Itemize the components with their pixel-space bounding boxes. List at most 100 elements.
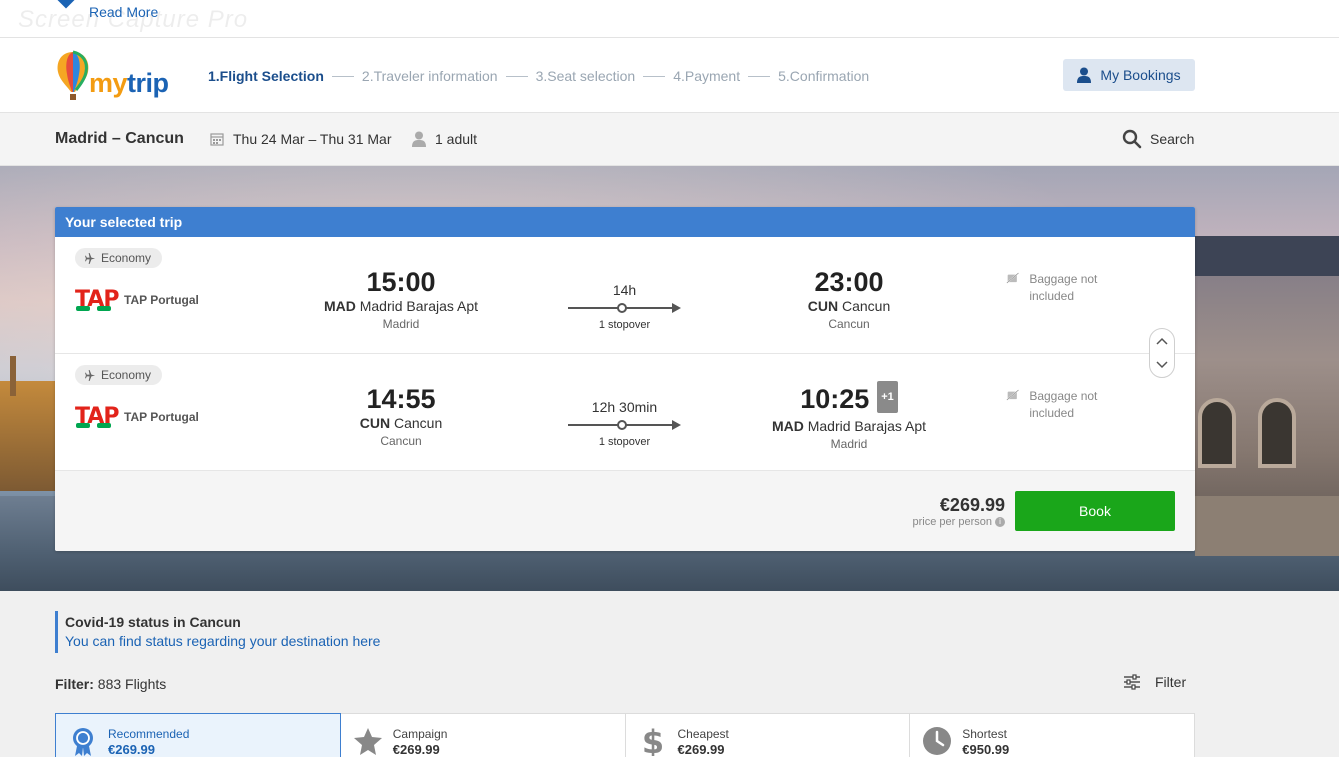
baggage-info: Baggage not included [1006, 388, 1126, 422]
step-seat-selection: 3.Seat selection [535, 68, 636, 84]
price-note-text: price per person [912, 516, 993, 528]
price-note: price per person i [912, 516, 1005, 528]
search-label: Search [1150, 131, 1195, 147]
filter-label: Filter: [55, 676, 94, 692]
hero-arch [1198, 398, 1236, 468]
departure-airport: MAD Madrid Barajas Apt [301, 298, 501, 314]
step-divider [643, 75, 666, 77]
sort-tab-label: Campaign [392, 727, 448, 741]
booking-steps: 1.Flight Selection 2.Traveler informatio… [208, 68, 869, 84]
cabin-class-label: Economy [101, 368, 152, 382]
sort-tab-price: €269.99 [677, 742, 725, 757]
filter-button[interactable]: Filter [1123, 674, 1186, 690]
selected-trip-title: Your selected trip [55, 207, 1195, 237]
sort-tab-price: €269.99 [392, 742, 440, 757]
passenger-count: 1 adult [412, 131, 477, 147]
hero-cathedral [0, 381, 60, 491]
sort-tab-campaign[interactable]: Campaign €269.99 [340, 714, 626, 757]
departure-code: MAD [323, 298, 356, 314]
departure-city: Cancun [380, 434, 422, 448]
hero-roof [1195, 236, 1339, 276]
travel-dates-text: Thu 24 Mar – Thu 31 Mar [233, 131, 392, 147]
sort-tab-cheapest[interactable]: $ Cheapest €269.99 [625, 714, 911, 757]
covid-status-link[interactable]: You can find status regarding your desti… [65, 633, 380, 649]
balloon-icon [57, 50, 89, 100]
arrival-airport-name: Cancun [841, 298, 891, 314]
step-flight-selection[interactable]: 1.Flight Selection [208, 68, 324, 84]
sort-tabs: Recommended €269.99 Campaign €269.99 $ C… [55, 713, 1195, 757]
step-traveler-information: 2.Traveler information [361, 68, 498, 84]
flight-duration: 14h [612, 282, 637, 298]
dollar-icon: $ [641, 726, 663, 756]
departure-time: 15:00 [366, 267, 436, 297]
route-title: Madrid – Cancun [55, 130, 184, 147]
info-icon[interactable]: i [995, 517, 1005, 527]
stopover-count: 1 stopover [598, 319, 651, 331]
stopover-dot [617, 420, 627, 430]
departure-airport-name: Cancun [393, 415, 443, 431]
flight-duration: 12h 30min [591, 399, 658, 415]
baggage-info: Baggage not included [1006, 271, 1126, 305]
flight-count-text: 883 Flights [97, 676, 167, 692]
arrival-city: Cancun [828, 317, 870, 331]
sort-tab-shortest[interactable]: Shortest €950.99 [910, 714, 1194, 757]
arrival-code: CUN [807, 298, 839, 314]
airline-name: TAP Portugal [124, 293, 199, 307]
tap-portugal-logo: TAP [75, 287, 119, 312]
brand-trip: trip [127, 68, 169, 98]
sort-tab-label: Recommended [108, 727, 190, 741]
hero-quay [1195, 496, 1339, 556]
no-baggage-icon [1006, 272, 1019, 284]
header: mytrip 1.Flight Selection 2.Traveler inf… [0, 38, 1339, 113]
baggage-text: Baggage not included [1029, 272, 1098, 303]
airplane-icon [85, 369, 96, 381]
step-divider [748, 75, 771, 77]
read-more-link[interactable]: Read More [89, 4, 158, 20]
departure-code: CUN [359, 415, 391, 431]
star-icon [353, 728, 382, 755]
my-bookings-label: My Bookings [1100, 67, 1181, 83]
departure: 14:55 CUN Cancun Cancun [301, 384, 501, 448]
arrival-airport-name: Madrid Barajas Apt [807, 417, 927, 434]
sort-tab-recommended[interactable]: Recommended €269.99 [55, 713, 341, 757]
departure-airport-name: Madrid Barajas Apt [359, 298, 479, 314]
brand-name: mytrip [89, 68, 169, 99]
sort-tab-label: Shortest [962, 727, 1007, 741]
cabin-class-badge: Economy [75, 248, 163, 268]
arrival-time: 10:25 +1 [749, 380, 949, 417]
airline: TAP TAP Portugal [75, 404, 199, 430]
person-icon [412, 131, 426, 147]
arrival-airport: CUN Cancun [749, 298, 949, 314]
stopover-dot [617, 303, 627, 313]
flight-leg-return[interactable]: Economy TAP TAP Portugal 14:55 CUN Cancu… [55, 354, 1195, 471]
baggage-text: Baggage not included [1029, 389, 1098, 420]
step-payment: 4.Payment [673, 68, 741, 84]
search-button[interactable]: Search [1122, 129, 1194, 149]
route-arrow [568, 303, 681, 313]
covid-status-title: Covid-19 status in Cancun [65, 614, 241, 630]
next-day-badge: +1 [877, 380, 898, 413]
route-arrow [568, 420, 681, 430]
covid-status-box: Covid-19 status in Cancun You can find s… [55, 611, 380, 653]
departure-time: 14:55 [366, 384, 436, 414]
hero-arch [1258, 398, 1296, 468]
airline: TAP TAP Portugal [75, 287, 199, 313]
arrival: 10:25 +1 MAD Madrid Barajas Apt Madrid [749, 380, 949, 451]
arrival: 23:00 CUN Cancun Cancun [749, 267, 949, 331]
ribbon-icon [73, 728, 93, 756]
price-amount: €269.99 [939, 495, 1005, 515]
sort-tab-label: Cheapest [677, 727, 729, 741]
flight-leg-outbound[interactable]: Economy TAP TAP Portugal 15:00 MAD Madri… [55, 237, 1195, 354]
arrow-head-icon [672, 303, 681, 313]
svg-text:$: $ [641, 726, 663, 756]
mytrip-logo[interactable]: mytrip [55, 50, 185, 102]
chevron-up-icon[interactable] [1150, 329, 1174, 353]
flight-count: Filter: 883 Flights [55, 676, 166, 692]
book-button[interactable]: Book [1015, 491, 1175, 531]
sliders-icon [1124, 674, 1140, 690]
travel-dates: Thu 24 Mar – Thu 31 Mar [210, 131, 391, 147]
airplane-icon [85, 252, 96, 264]
sort-tab-price: €950.99 [962, 742, 1010, 757]
my-bookings-button[interactable]: My Bookings [1063, 59, 1195, 91]
no-baggage-icon [1006, 389, 1019, 401]
